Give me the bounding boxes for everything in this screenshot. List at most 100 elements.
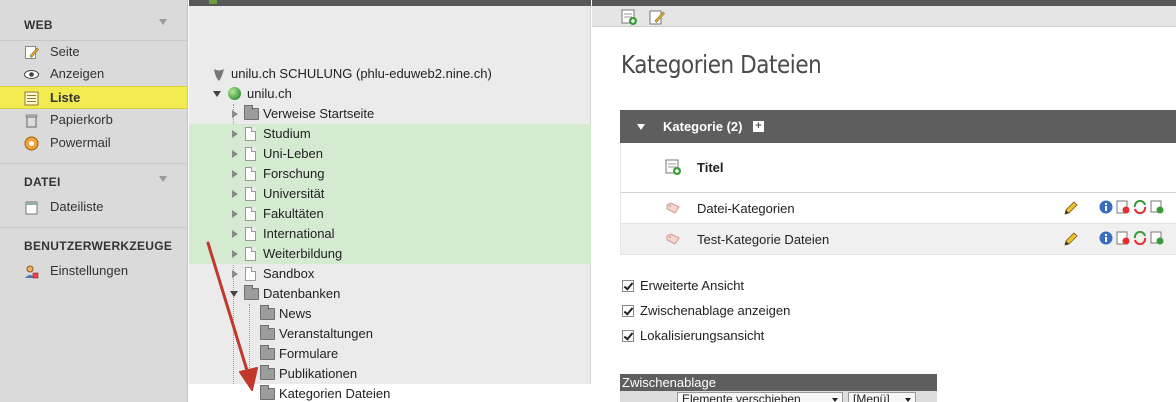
expand-arrow-icon[interactable]: [232, 190, 238, 198]
tree-node[interactable]: International: [189, 224, 591, 244]
collapse-triangle-icon[interactable]: [159, 176, 167, 182]
folder-icon: [260, 325, 275, 340]
folder-icon: [260, 345, 275, 360]
page-icon: [245, 227, 256, 241]
expand-arrow-icon[interactable]: [232, 230, 238, 238]
typo3-logo-icon: [214, 69, 224, 81]
page-icon: [245, 247, 256, 261]
pencil-edit-icon[interactable]: [1063, 200, 1079, 216]
page-icon: [245, 147, 256, 161]
tree-root[interactable]: unilu.ch SCHULUNG (phlu-eduweb2.nine.ch): [189, 64, 591, 84]
tree-node[interactable]: Forschung: [189, 164, 591, 184]
page-pencil-icon: [25, 46, 39, 59]
module-group-title-benutzerwerkzeuge[interactable]: BENUTZERWERKZEUGE: [0, 228, 187, 260]
page-icon: [245, 167, 256, 181]
record-table: Kategorie (2) + Titel Datei-Kategorien T…: [620, 110, 1176, 255]
chevron-down-icon: [832, 398, 838, 402]
expand-arrow-icon[interactable]: [232, 270, 238, 278]
expand-arrow-icon[interactable]: [232, 110, 238, 118]
page-icon: [245, 127, 256, 141]
clipboard-mode-select[interactable]: [Menü]: [848, 392, 916, 402]
new-record-icon[interactable]: [665, 159, 681, 175]
checkbox-checked[interactable]: [622, 280, 634, 292]
clipboard-panel: Zwischenablage Elemente verschieben [Men…: [620, 374, 937, 402]
folder-icon: [260, 305, 275, 320]
tree-node-site[interactable]: unilu.ch: [189, 84, 591, 104]
tree-node[interactable]: Studium: [189, 124, 591, 144]
tree-node-selected[interactable]: Kategorien Dateien: [189, 384, 591, 402]
table-column-header: Titel: [620, 143, 1176, 193]
list-icon: [24, 91, 39, 106]
collapse-arrow-icon[interactable]: [637, 124, 645, 130]
page-icon: [245, 187, 256, 201]
table-row[interactable]: Datei-Kategorien: [620, 193, 1176, 224]
info-icon[interactable]: [1099, 200, 1113, 214]
eye-icon: [24, 70, 39, 79]
module-item-powermail[interactable]: Powermail: [0, 132, 187, 155]
tree-node[interactable]: News: [189, 304, 591, 324]
expand-arrow-icon[interactable]: [232, 130, 238, 138]
info-icon[interactable]: [1099, 231, 1113, 245]
module-group-web: WEB Seite Anzeigen Liste Papierkorb Powe…: [0, 0, 187, 164]
folder-icon: [260, 365, 275, 380]
collapse-arrow-icon[interactable]: [213, 91, 221, 97]
module-group-title-web[interactable]: WEB: [0, 0, 187, 40]
page-icon: [245, 267, 256, 281]
tree-node[interactable]: Formulare: [189, 344, 591, 364]
tree-top-bar: [189, 0, 591, 6]
table-row[interactable]: Test-Kategorie Dateien: [620, 224, 1176, 255]
tree-node[interactable]: Uni-Leben: [189, 144, 591, 164]
refresh-icon[interactable]: [1133, 231, 1147, 245]
expand-arrow-icon[interactable]: [232, 170, 238, 178]
module-item-dateiliste[interactable]: Dateiliste: [0, 196, 187, 219]
expand-arrow-icon[interactable]: [232, 250, 238, 258]
new-record-after-icon[interactable]: [1150, 231, 1164, 245]
collapse-triangle-icon[interactable]: [159, 19, 167, 25]
tag-icon: [666, 233, 680, 245]
chevron-down-icon: [905, 398, 911, 402]
module-item-seite[interactable]: Seite: [0, 40, 187, 63]
pencil-edit-icon[interactable]: [1063, 231, 1079, 247]
checkbox-checked[interactable]: [622, 330, 634, 342]
add-record-icon[interactable]: +: [753, 121, 764, 132]
clipboard-action-select[interactable]: Elemente verschieben: [677, 392, 843, 402]
module-item-papierkorb[interactable]: Papierkorb: [0, 109, 187, 132]
row-actions: [1099, 231, 1176, 247]
expand-arrow-icon[interactable]: [232, 150, 238, 158]
file-list-icon: [25, 201, 38, 215]
module-item-anzeigen[interactable]: Anzeigen: [0, 63, 187, 86]
module-item-liste[interactable]: Liste: [0, 86, 187, 109]
tree-node[interactable]: Sandbox: [189, 264, 591, 284]
module-menu: WEB Seite Anzeigen Liste Papierkorb Powe…: [0, 0, 188, 402]
tree-node[interactable]: Veranstaltungen: [189, 324, 591, 344]
tree-node[interactable]: Publikationen: [189, 364, 591, 384]
doc-header: [592, 0, 1176, 27]
row-actions: [1099, 200, 1176, 216]
new-record-icon[interactable]: [621, 9, 637, 25]
tree-node[interactable]: Fakultäten: [189, 204, 591, 224]
tree-node[interactable]: Weiterbildung: [189, 244, 591, 264]
folder-icon: [244, 105, 259, 120]
module-group-title-datei[interactable]: DATEI: [0, 164, 187, 196]
checkbox-checked[interactable]: [622, 305, 634, 317]
tree-node[interactable]: Verweise Startseite: [189, 104, 591, 124]
trash-icon: [25, 114, 38, 128]
refresh-icon[interactable]: [1133, 200, 1147, 214]
table-header-bar[interactable]: Kategorie (2) +: [620, 110, 1176, 143]
tag-icon: [666, 202, 680, 214]
expand-arrow-icon[interactable]: [232, 210, 238, 218]
edit-page-icon[interactable]: [649, 9, 665, 25]
collapse-arrow-icon[interactable]: [230, 291, 238, 297]
tree-node-datenbanken[interactable]: Datenbanken: [189, 284, 591, 304]
tree-node[interactable]: Universität: [189, 184, 591, 204]
column-title[interactable]: Titel: [697, 160, 724, 175]
module-group-benutzerwerkzeuge: BENUTZERWERKZEUGE Einstellungen: [0, 228, 187, 291]
module-item-einstellungen[interactable]: Einstellungen: [0, 260, 187, 283]
folder-icon: [260, 385, 275, 400]
history-icon[interactable]: [1116, 231, 1130, 245]
powermail-icon: [24, 136, 39, 151]
history-icon[interactable]: [1116, 200, 1130, 214]
new-record-after-icon[interactable]: [1150, 200, 1164, 214]
user-settings-icon: [25, 265, 39, 279]
content-area: Kategorien Dateien Kategorie (2) + Titel…: [592, 0, 1176, 402]
